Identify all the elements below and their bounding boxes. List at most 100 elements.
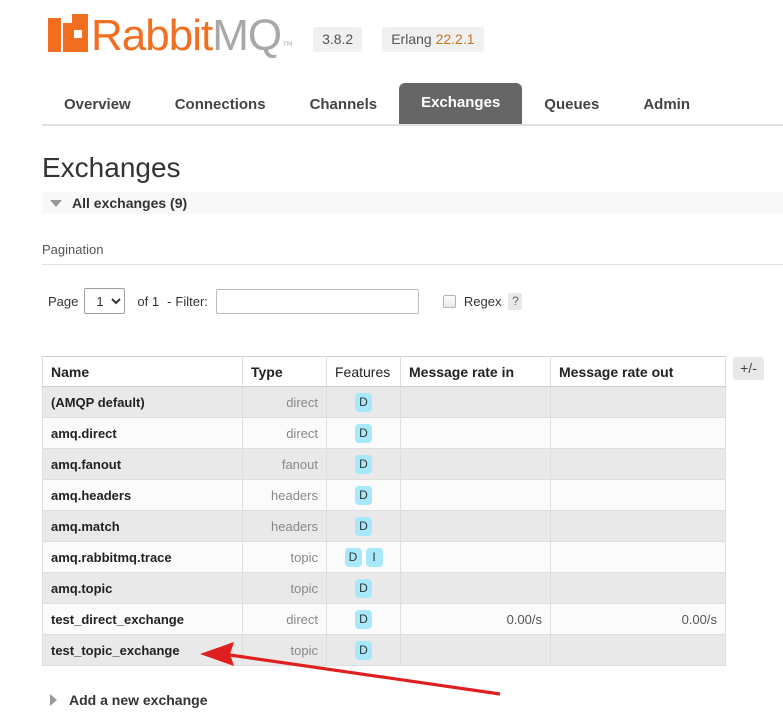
- column-header-message-rate-out[interactable]: Message rate out: [550, 356, 726, 387]
- table-body: (AMQP default) direct Damq.direct direct Dam…: [42, 386, 726, 666]
- exchange-name-cell[interactable]: amq.topic: [42, 572, 243, 604]
- table-row[interactable]: amq.topic topic D: [42, 572, 726, 604]
- exchange-features-cell: D: [326, 448, 401, 480]
- exchange-features-cell: D: [326, 572, 401, 604]
- feature-badge: D: [355, 640, 372, 660]
- pagination-heading: Pagination: [42, 242, 104, 257]
- tab-overview[interactable]: Overview: [42, 87, 153, 124]
- feature-badge: D: [355, 578, 372, 598]
- filter-label: Filter:: [175, 293, 208, 309]
- exchange-features-cell: D: [326, 510, 401, 542]
- all-exchanges-section-header[interactable]: All exchanges (9): [42, 192, 783, 214]
- table-row[interactable]: (AMQP default) direct D: [42, 386, 726, 418]
- page-header: Rabbit MQ ™ 3.8.2 Erlang 22.2.1: [0, 0, 783, 82]
- message-rate-in-cell: [400, 510, 551, 542]
- main-navigation: Overview Connections Channels Exchanges …: [42, 83, 783, 126]
- feature-badge: I: [365, 547, 383, 567]
- tab-queues[interactable]: Queues: [522, 87, 621, 124]
- exchange-name-cell[interactable]: amq.fanout: [42, 448, 243, 480]
- exchange-name-cell[interactable]: amq.headers: [42, 479, 243, 511]
- exchange-name-cell[interactable]: test_topic_exchange: [42, 634, 243, 666]
- table-row[interactable]: amq.direct direct D: [42, 417, 726, 449]
- exchange-type-cell: headers: [242, 479, 327, 511]
- page-total-label: of 1: [137, 293, 160, 309]
- message-rate-in-cell: [400, 541, 551, 573]
- table-row[interactable]: amq.fanout fanout D: [42, 448, 726, 480]
- column-header-message-rate-in[interactable]: Message rate in: [400, 356, 551, 387]
- exchange-features-cell: D: [326, 479, 401, 511]
- message-rate-out-cell: [550, 479, 726, 511]
- page-label: Page: [48, 293, 79, 309]
- regex-help-icon[interactable]: ?: [508, 292, 523, 310]
- feature-badge: D: [355, 423, 372, 443]
- message-rate-out-cell: [550, 510, 726, 542]
- exchange-name-cell[interactable]: amq.match: [42, 510, 243, 542]
- exchange-features-cell: DI: [326, 541, 401, 573]
- rabbitmq-logo-icon: [48, 14, 88, 54]
- trademark-symbol: ™: [282, 40, 294, 52]
- filter-input[interactable]: [215, 288, 419, 314]
- feature-badge: D: [355, 609, 372, 629]
- chevron-down-icon: [50, 199, 62, 207]
- page-title: Exchanges: [42, 152, 181, 183]
- all-exchanges-label: All exchanges (9): [72, 195, 188, 211]
- pagination-controls: Page 1 of 1 - Filter: Regex ?: [48, 286, 523, 316]
- tab-connections[interactable]: Connections: [153, 87, 288, 124]
- message-rate-out-cell: [550, 541, 726, 573]
- add-new-exchange-section[interactable]: Add a new exchange: [50, 692, 207, 708]
- exchange-name-cell[interactable]: (AMQP default): [42, 386, 243, 418]
- message-rate-out-cell: [550, 386, 726, 418]
- table-row[interactable]: amq.headers headers D: [42, 479, 726, 511]
- column-toggle-button[interactable]: +/-: [733, 357, 764, 380]
- exchange-name-cell[interactable]: amq.direct: [42, 417, 243, 449]
- logo-text-rabbit: Rabbit: [91, 11, 213, 60]
- tab-channels[interactable]: Channels: [288, 87, 400, 124]
- exchange-features-cell: D: [326, 386, 401, 418]
- chevron-right-icon: [50, 694, 57, 706]
- column-header-features[interactable]: Features: [326, 356, 401, 387]
- exchange-features-cell: D: [326, 603, 401, 635]
- table-row[interactable]: test_topic_exchange topic D: [42, 634, 726, 666]
- erlang-version-badge: Erlang 22.2.1: [382, 27, 484, 52]
- exchange-name-cell[interactable]: amq.rabbitmq.trace: [42, 541, 243, 573]
- erlang-version-value: 22.2.1: [435, 31, 475, 47]
- table-row[interactable]: test_direct_exchange direct D 0.00/s 0.00/s: [42, 603, 726, 635]
- logo-text-mq: MQ: [212, 11, 282, 60]
- message-rate-out-cell: 0.00/s: [550, 603, 726, 635]
- exchange-features-cell: D: [326, 634, 401, 666]
- feature-badge: D: [355, 485, 372, 505]
- feature-badge: D: [355, 392, 372, 412]
- tab-exchanges[interactable]: Exchanges: [399, 83, 523, 124]
- pagination-dash: -: [167, 293, 172, 309]
- table-row[interactable]: amq.match headers D: [42, 510, 726, 542]
- feature-badge: D: [355, 516, 372, 536]
- tab-admin[interactable]: Admin: [621, 87, 712, 124]
- message-rate-in-cell: [400, 417, 551, 449]
- erlang-label: Erlang: [391, 31, 432, 47]
- feature-badge: D: [344, 547, 362, 567]
- regex-label: Regex: [463, 293, 502, 309]
- table-header-row: Name Type Features Message rate in Messa…: [42, 356, 726, 387]
- regex-checkbox[interactable]: [442, 294, 456, 308]
- column-header-name[interactable]: Name: [42, 356, 243, 387]
- exchange-type-cell: direct: [242, 386, 327, 418]
- message-rate-in-cell: [400, 386, 551, 418]
- table-row[interactable]: amq.rabbitmq.trace topic D I: [42, 541, 726, 573]
- add-new-exchange-label: Add a new exchange: [69, 692, 208, 708]
- page-select[interactable]: 1: [84, 288, 126, 314]
- table-head: Name Type Features Message rate in Messa…: [42, 356, 726, 387]
- message-rate-in-cell: [400, 634, 551, 666]
- exchange-type-cell: topic: [242, 634, 327, 666]
- exchanges-table: Name Type Features Message rate in Messa…: [42, 356, 726, 666]
- exchange-type-cell: topic: [242, 541, 327, 573]
- rabbitmq-version-badge: 3.8.2: [313, 27, 363, 52]
- exchange-name-cell[interactable]: test_direct_exchange: [42, 603, 243, 635]
- feature-badge: D: [355, 454, 372, 474]
- nav-tab-list: Overview Connections Channels Exchanges …: [42, 83, 783, 124]
- exchange-type-cell: topic: [242, 572, 327, 604]
- message-rate-out-cell: [550, 448, 726, 480]
- column-header-type[interactable]: Type: [242, 356, 327, 387]
- rabbitmq-logo[interactable]: Rabbit MQ ™ 3.8.2 Erlang 22.2.1: [48, 14, 484, 58]
- exchange-type-cell: headers: [242, 510, 327, 542]
- message-rate-in-cell: 0.00/s: [400, 603, 551, 635]
